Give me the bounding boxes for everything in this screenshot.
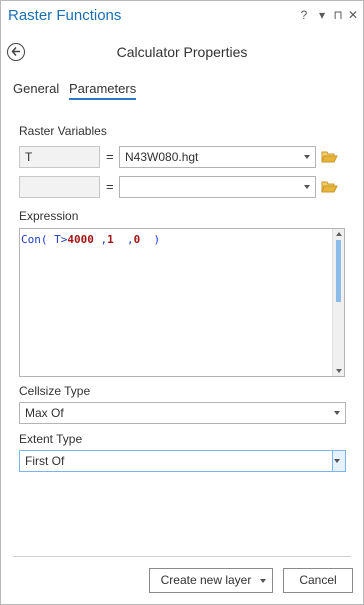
raster-select-1[interactable]: N43W080.hgt [119, 146, 316, 168]
equals-sign-2: = [106, 179, 114, 194]
expression-text: Con( T>4000 ,1 ,0 ) [21, 233, 160, 246]
expr-function: Con( [21, 233, 55, 246]
raster-variables-label: Raster Variables [19, 124, 107, 138]
cellsize-type-select[interactable]: Max Of [19, 402, 346, 424]
raster-select-2[interactable] [119, 176, 316, 198]
chevron-down-icon [304, 185, 310, 189]
pane-menu-button[interactable]: ▾ [315, 7, 329, 23]
folder-open-icon[interactable] [321, 149, 338, 164]
cancel-button[interactable]: Cancel [283, 568, 353, 593]
properties-header: Calculator Properties [1, 35, 363, 69]
page-title: Calculator Properties [116, 44, 248, 60]
create-new-layer-label: Create new layer [160, 573, 252, 587]
scroll-up-icon[interactable] [336, 232, 342, 236]
extent-type-value: First Of [25, 454, 65, 468]
footer-divider [13, 556, 351, 557]
equals-sign-1: = [106, 149, 114, 164]
pane-titlebar: Raster Functions ? ▾ ⊓ ✕ [1, 1, 363, 32]
variable-name-field-2[interactable] [19, 176, 100, 198]
pane-title: Raster Functions [8, 7, 122, 24]
raster-select-1-value: N43W080.hgt [125, 150, 199, 164]
raster-functions-pane: Raster Functions ? ▾ ⊓ ✕ Calculator Prop… [0, 0, 364, 605]
extent-type-select[interactable]: First Of [19, 450, 346, 472]
variable-name-field-1[interactable]: T [19, 146, 100, 168]
tab-general[interactable]: General [13, 81, 59, 96]
folder-open-icon[interactable] [321, 179, 338, 194]
chevron-down-icon [334, 411, 340, 415]
expr-separator-1: , [93, 233, 108, 246]
expression-scrollbar[interactable] [332, 229, 344, 376]
cellsize-type-label: Cellsize Type [19, 384, 91, 398]
expr-close-paren: ) [140, 233, 161, 246]
scroll-thumb[interactable] [336, 240, 341, 302]
expr-separator-2: , [113, 233, 134, 246]
create-new-layer-button[interactable]: Create new layer [149, 568, 273, 593]
expression-editor[interactable]: Con( T>4000 ,1 ,0 ) [19, 228, 345, 377]
tab-parameters[interactable]: Parameters [69, 81, 137, 100]
extent-type-label: Extent Type [19, 432, 83, 446]
help-button[interactable]: ? [297, 7, 311, 23]
chevron-down-icon [304, 155, 310, 159]
chevron-down-icon [334, 459, 340, 463]
scroll-down-icon[interactable] [336, 369, 342, 373]
cellsize-type-value: Max Of [25, 406, 64, 420]
expr-number-1: 4000 [67, 233, 94, 246]
expr-variable: T [54, 233, 61, 246]
chevron-down-icon[interactable] [260, 579, 266, 583]
auto-hide-button[interactable]: ⊓ [331, 7, 345, 23]
expression-label: Expression [19, 209, 79, 223]
expr-number-2: 1 [107, 233, 114, 246]
close-button[interactable]: ✕ [346, 7, 360, 23]
